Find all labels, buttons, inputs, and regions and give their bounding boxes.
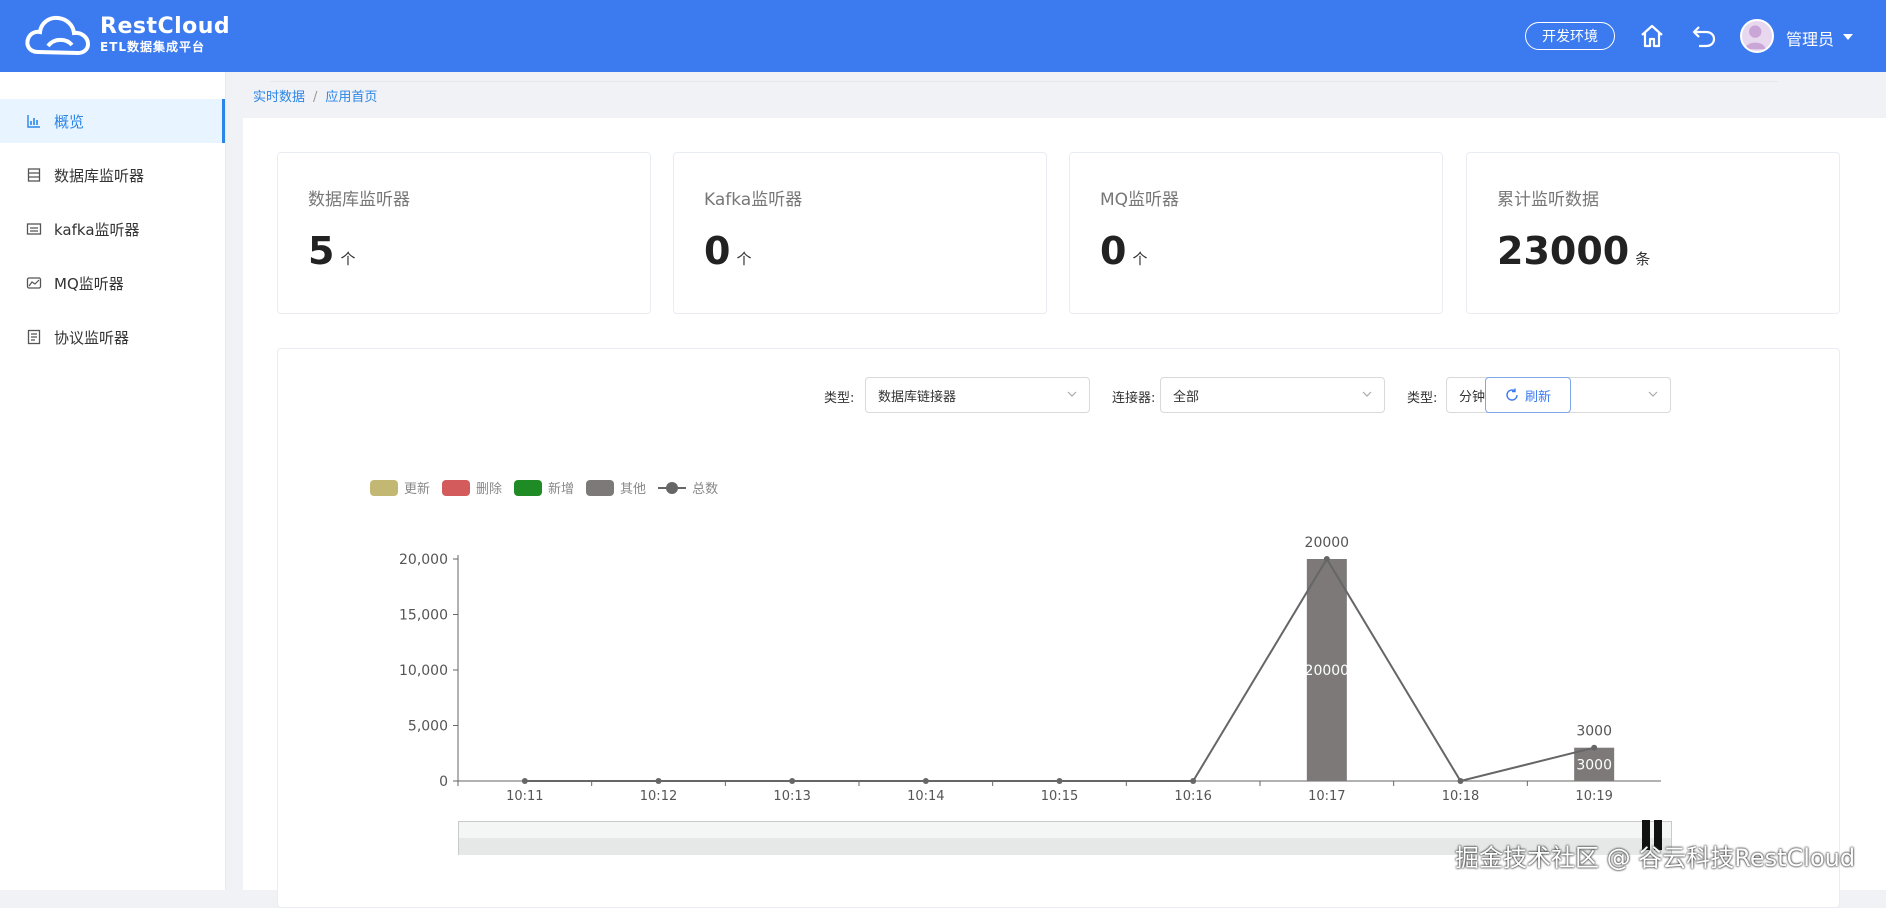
line-point — [521, 778, 528, 784]
total-line — [524, 557, 1595, 783]
x-tick-label: 10:14 — [907, 789, 944, 804]
x-tick-label: 10:17 — [1308, 789, 1345, 804]
line-point — [655, 778, 662, 784]
x-tick-label: 10:18 — [1442, 789, 1479, 804]
line-data-label: 20000 — [1305, 535, 1350, 551]
x-tick-label: 10:19 — [1575, 789, 1612, 804]
listener-chart: 0 5,000 10,000 15,000 20,000 10:11 10:12 10:13 1… — [399, 535, 1661, 804]
x-tick-label: 10:11 — [506, 789, 543, 804]
line-point — [1323, 556, 1330, 562]
bar-data-label: 20000 — [1305, 663, 1350, 679]
line-point — [922, 778, 929, 784]
x-tick-label: 10:15 — [1041, 789, 1078, 804]
line-point — [1457, 778, 1464, 784]
y-tick-label: 5,000 — [408, 719, 448, 735]
y-tick-label: 15,000 — [399, 608, 448, 624]
line-point — [789, 778, 796, 784]
x-tick-label: 10:16 — [1174, 789, 1211, 804]
y-tick-label: 20,000 — [399, 552, 448, 568]
line-point — [1591, 744, 1598, 751]
x-tick-label: 10:12 — [640, 789, 677, 804]
line-point — [1056, 778, 1063, 784]
y-tick-label: 0 — [439, 774, 448, 790]
bar-data-label: 3000 — [1576, 757, 1612, 773]
y-tick-label: 10,000 — [399, 663, 448, 679]
line-point — [1190, 778, 1197, 784]
watermark: 掘金技术社区 @ 谷云科技RestCloud — [1455, 844, 1856, 872]
line-data-label: 3000 — [1576, 724, 1612, 740]
x-tick-label: 10:13 — [773, 789, 810, 804]
